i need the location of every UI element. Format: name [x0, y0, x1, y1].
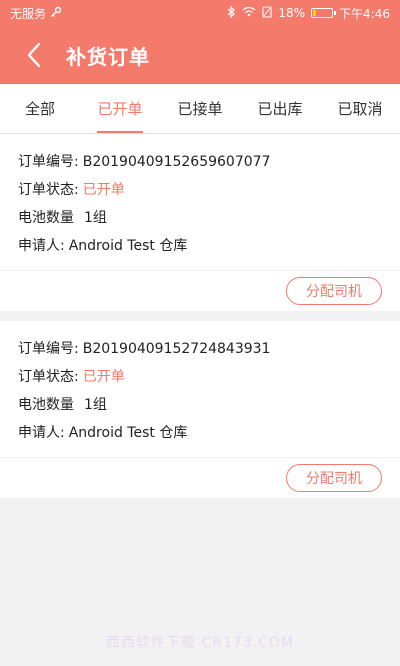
- order-status: 已开单: [82, 369, 125, 385]
- order-card: 订单编号: B20190409152659607077 订单状态: 已开单 电池数量…: [0, 134, 400, 311]
- battery-qty: 1组: [84, 397, 107, 413]
- wifi-icon: [242, 6, 256, 20]
- clock: 下午4:46: [339, 6, 390, 21]
- order-status-label: 订单状态:: [18, 369, 79, 385]
- bluetooth-icon: [227, 5, 236, 21]
- assign-driver-button[interactable]: 分配司机: [286, 464, 382, 492]
- tab-cancelled[interactable]: 已取消: [320, 84, 400, 133]
- order-number: B20190409152659607077: [82, 154, 271, 170]
- order-number-label: 订单编号:: [18, 341, 79, 357]
- applicant: Android Test 仓库: [68, 425, 188, 441]
- order-card: 订单编号: B20190409152724843931 订单状态: 已开单 电池数量…: [0, 321, 400, 498]
- watermark: 西西软件下载 CR173.COM: [106, 635, 294, 651]
- battery-percent: 18%: [278, 6, 306, 20]
- order-status-label: 订单状态:: [18, 182, 79, 198]
- tab-accepted[interactable]: 已接单: [160, 84, 240, 133]
- tab-all[interactable]: 全部: [0, 84, 80, 133]
- applicant-label: 申请人:: [18, 425, 65, 441]
- battery-fill: [313, 10, 317, 16]
- status-bar: 无服务 18% 下午4:46: [0, 0, 400, 26]
- status-tabs: 全部 已开单 已接单 已出库 已取消: [0, 84, 400, 134]
- order-number: B20190409152724843931: [82, 341, 271, 357]
- back-button[interactable]: [20, 41, 48, 69]
- applicant-label: 申请人:: [18, 238, 65, 254]
- applicant: Android Test 仓库: [68, 238, 188, 254]
- page-title: 补货订单: [66, 44, 150, 69]
- battery-qty: 1组: [84, 210, 107, 226]
- battery-qty-label: 电池数量: [18, 397, 74, 413]
- battery-qty-label: 电池数量: [18, 210, 74, 226]
- key-icon: [50, 6, 62, 21]
- tab-shipped[interactable]: 已出库: [240, 84, 320, 133]
- battery-icon: [311, 8, 337, 18]
- order-number-label: 订单编号:: [18, 154, 79, 170]
- tab-opened[interactable]: 已开单: [80, 84, 160, 133]
- order-list: 订单编号: B20190409152659607077 订单状态: 已开单 电池数量…: [0, 134, 400, 498]
- carrier-text: 无服务: [10, 6, 47, 21]
- assign-driver-button[interactable]: 分配司机: [286, 277, 382, 305]
- app-header: 无服务 18% 下午4:46 补货订单: [0, 0, 400, 84]
- no-sim-icon: [262, 5, 272, 21]
- order-status: 已开单: [82, 182, 125, 198]
- chevron-left-icon: [27, 42, 41, 68]
